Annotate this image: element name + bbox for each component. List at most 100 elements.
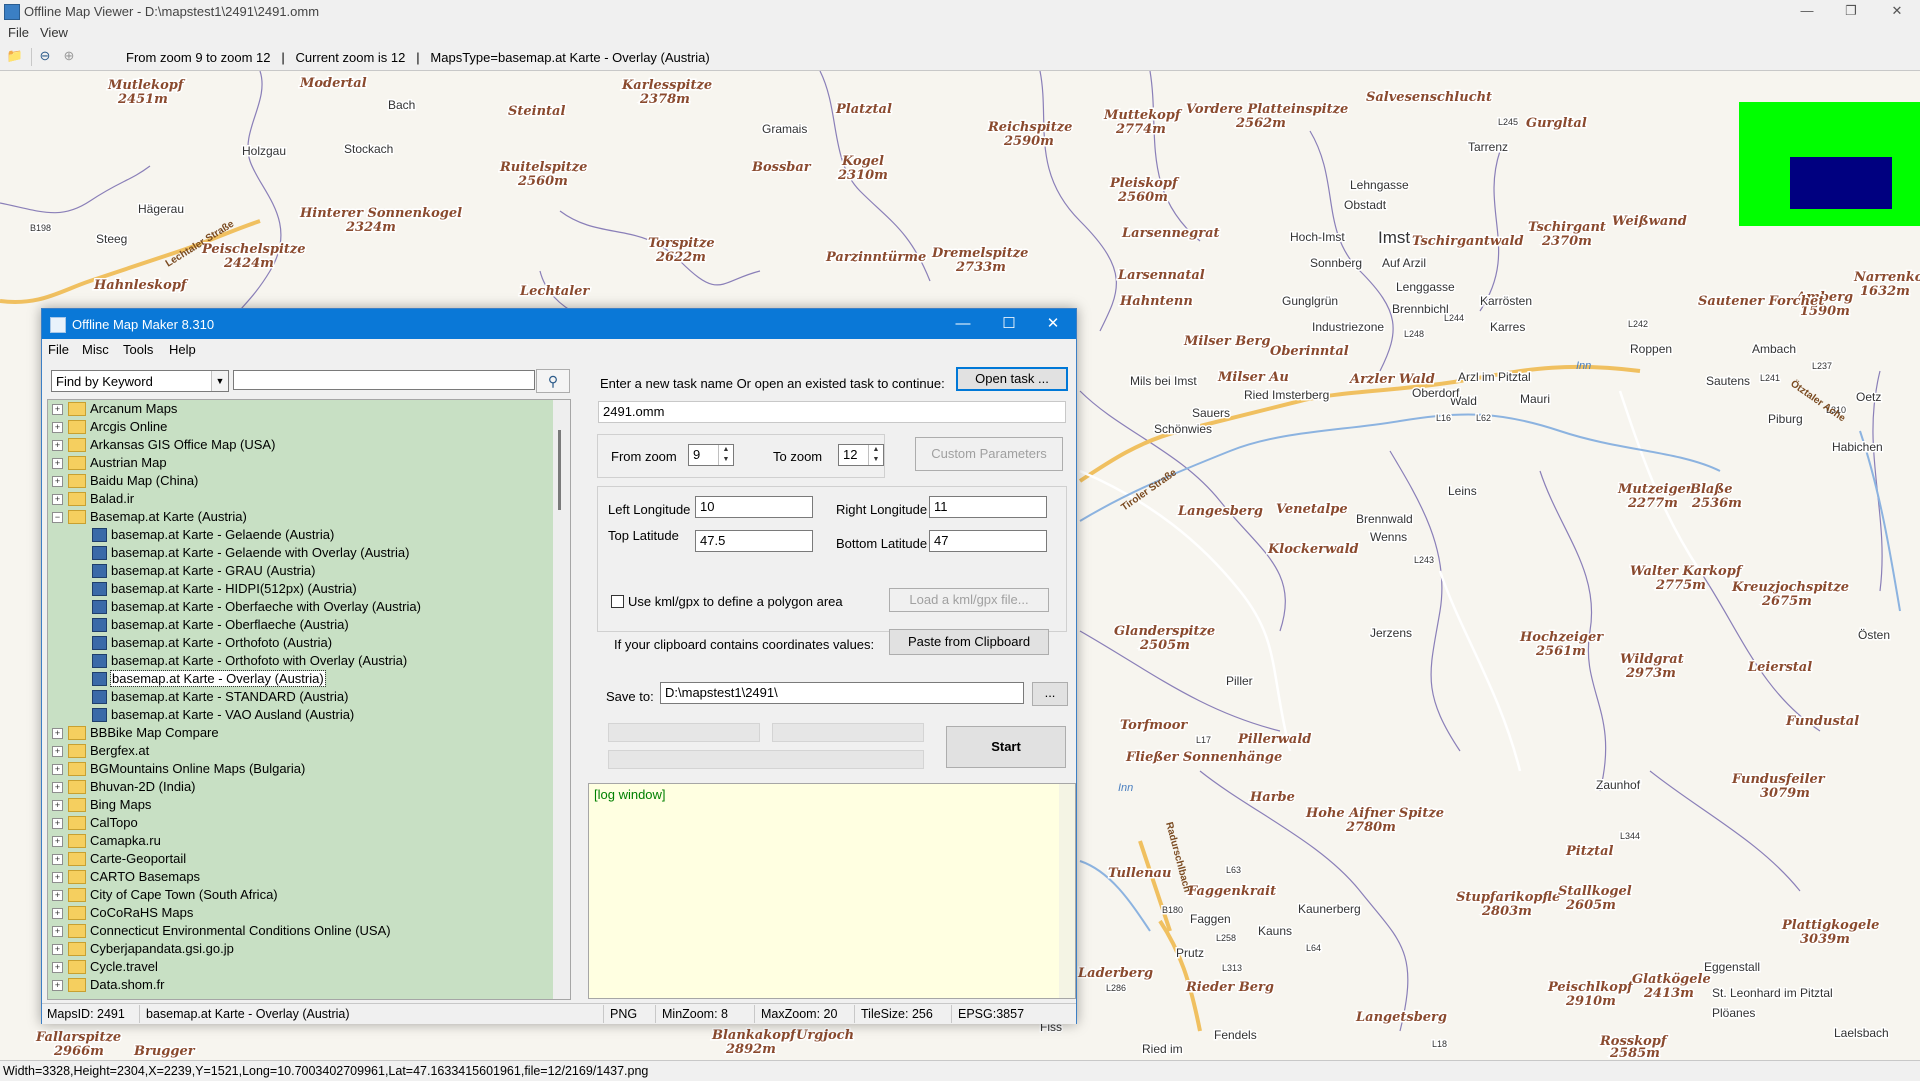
tree-folder-item[interactable]: + Arkansas GIS Office Map (USA) bbox=[48, 436, 548, 454]
open-task-button[interactable]: Open task ... bbox=[956, 367, 1068, 391]
load-kml-button[interactable]: Load a kml/gpx file... bbox=[889, 588, 1049, 612]
tree-folder-item[interactable]: + BBBike Map Compare bbox=[48, 724, 548, 742]
open-folder-icon[interactable]: 📁 bbox=[6, 47, 24, 65]
close-icon[interactable]: ✕ bbox=[1880, 2, 1914, 20]
peak-label: Tschirgant bbox=[1528, 220, 1606, 235]
bottom-lat-input[interactable]: 47 bbox=[929, 530, 1047, 552]
tree-map-item[interactable]: basemap.at Karte - Overlay (Austria) bbox=[48, 670, 548, 688]
expand-icon[interactable]: + bbox=[52, 458, 63, 469]
dialog-close-icon[interactable]: ✕ bbox=[1030, 309, 1076, 339]
tree-map-item[interactable]: basemap.at Karte - VAO Ausland (Austria) bbox=[48, 706, 548, 724]
log-window[interactable]: [log window] bbox=[588, 783, 1076, 999]
expand-icon[interactable]: + bbox=[52, 746, 63, 757]
tree-map-item[interactable]: basemap.at Karte - HIDPI(512px) (Austria… bbox=[48, 580, 548, 598]
expand-icon[interactable]: + bbox=[52, 944, 63, 955]
expand-icon[interactable]: + bbox=[52, 800, 63, 811]
tree-folder-item[interactable]: + Austrian Map bbox=[48, 454, 548, 472]
overview-viewport[interactable] bbox=[1790, 157, 1892, 209]
menu-file[interactable]: File bbox=[8, 25, 29, 40]
tree-folder-item[interactable]: + Bhuvan-2D (India) bbox=[48, 778, 548, 796]
tree-folder-item[interactable]: − Basemap.at Karte (Austria) bbox=[48, 508, 548, 526]
tree-folder-item[interactable]: + Balad.ir bbox=[48, 490, 548, 508]
expand-icon[interactable]: + bbox=[52, 908, 63, 919]
dialog-titlebar[interactable]: Offline Map Maker 8.310 — ☐ ✕ bbox=[42, 309, 1076, 339]
spinner-arrows-icon[interactable]: ▲ ▼ bbox=[718, 445, 733, 465]
top-lat-input[interactable]: 47.5 bbox=[695, 530, 813, 552]
expand-icon[interactable]: + bbox=[52, 422, 63, 433]
tree-folder-item[interactable]: + CoCoRaHS Maps bbox=[48, 904, 548, 922]
tree-folder-item[interactable]: + City of Cape Town (South Africa) bbox=[48, 886, 548, 904]
zoom-in-icon[interactable]: ⊕ bbox=[60, 47, 78, 65]
expand-icon[interactable]: + bbox=[52, 872, 63, 883]
expand-icon[interactable]: + bbox=[52, 476, 63, 487]
task-name-input[interactable]: 2491.omm bbox=[598, 401, 1066, 423]
tree-scrollbar[interactable] bbox=[553, 400, 570, 999]
expand-icon[interactable]: + bbox=[52, 890, 63, 901]
tree-folder-item[interactable]: + Arcgis Online bbox=[48, 418, 548, 436]
tree-folder-item[interactable]: + Camapka.ru bbox=[48, 832, 548, 850]
tree-folder-item[interactable]: + CARTO Basemaps bbox=[48, 868, 548, 886]
left-lon-input[interactable]: 10 bbox=[695, 496, 813, 518]
expand-icon[interactable]: + bbox=[52, 980, 63, 991]
find-mode-select[interactable]: Find by Keyword ▼ bbox=[51, 370, 229, 392]
tree-map-item[interactable]: basemap.at Karte - Oberfaeche with Overl… bbox=[48, 598, 548, 616]
menu-view[interactable]: View bbox=[40, 25, 68, 40]
map-source-tree[interactable]: + Arcanum Maps + Arcgis Online + Arkansas GIS… bbox=[47, 399, 571, 1000]
tree-folder-item[interactable]: + Cycle.travel bbox=[48, 958, 548, 976]
paste-clipboard-button[interactable]: Paste from Clipboard bbox=[889, 629, 1049, 655]
overview-minimap[interactable] bbox=[1739, 102, 1920, 226]
log-scrollbar[interactable] bbox=[1059, 784, 1075, 998]
tree-map-item[interactable]: basemap.at Karte - Oberflaeche (Austria) bbox=[48, 616, 548, 634]
tree-map-item[interactable]: basemap.at Karte - Gelaende with Overlay… bbox=[48, 544, 548, 562]
from-zoom-stepper[interactable]: 9 ▲ ▼ bbox=[688, 444, 734, 466]
scrollbar-thumb[interactable] bbox=[558, 430, 561, 510]
minimize-icon[interactable]: — bbox=[1790, 2, 1824, 20]
tree-folder-item[interactable]: + Data.shom.fr bbox=[48, 976, 548, 994]
tree-map-item[interactable]: basemap.at Karte - Gelaende (Austria) bbox=[48, 526, 548, 544]
expand-icon[interactable]: + bbox=[52, 764, 63, 775]
expand-icon[interactable]: + bbox=[52, 404, 63, 415]
save-path-input[interactable]: D:\mapstest1\2491\ bbox=[660, 682, 1024, 704]
tree-folder-item[interactable]: + CalTopo bbox=[48, 814, 548, 832]
dialog-menu-help[interactable]: Help bbox=[169, 342, 196, 357]
dialog-minimize-icon[interactable]: — bbox=[940, 309, 986, 339]
dialog-menu-file[interactable]: File bbox=[48, 342, 69, 357]
to-zoom-stepper[interactable]: 12 ▲ ▼ bbox=[838, 444, 884, 466]
maximize-icon[interactable]: ❐ bbox=[1834, 2, 1868, 20]
custom-parameters-button[interactable]: Custom Parameters bbox=[915, 437, 1063, 471]
tree-folder-item[interactable]: + Bergfex.at bbox=[48, 742, 548, 760]
tree-folder-item[interactable]: + Carte-Geoportail bbox=[48, 850, 548, 868]
right-lon-input[interactable]: 11 bbox=[929, 496, 1047, 518]
kml-checkbox[interactable] bbox=[611, 595, 624, 608]
start-button[interactable]: Start bbox=[946, 726, 1066, 768]
dialog-menu-tools[interactable]: Tools bbox=[123, 342, 153, 357]
dialog-menu-misc[interactable]: Misc bbox=[82, 342, 109, 357]
tree-folder-item[interactable]: + Arcanum Maps bbox=[48, 400, 548, 418]
zoom-out-icon[interactable]: ⊖ bbox=[36, 47, 54, 65]
expand-icon[interactable]: + bbox=[52, 494, 63, 505]
tree-folder-item[interactable]: + Bing Maps bbox=[48, 796, 548, 814]
chevron-down-icon[interactable]: ▼ bbox=[211, 371, 228, 391]
tree-folder-item[interactable]: + Connecticut Environmental Conditions On… bbox=[48, 922, 548, 940]
expand-icon[interactable]: + bbox=[52, 782, 63, 793]
search-input[interactable] bbox=[233, 370, 535, 390]
tree-map-item[interactable]: basemap.at Karte - GRAU (Austria) bbox=[48, 562, 548, 580]
expand-icon[interactable]: + bbox=[52, 854, 63, 865]
expand-icon[interactable]: + bbox=[52, 926, 63, 937]
expand-icon[interactable]: + bbox=[52, 818, 63, 829]
tree-folder-item[interactable]: + Baidu Map (China) bbox=[48, 472, 548, 490]
search-icon[interactable]: ⚲ bbox=[536, 369, 570, 393]
expand-icon[interactable]: + bbox=[52, 440, 63, 451]
tree-map-item[interactable]: basemap.at Karte - Orthofoto with Overla… bbox=[48, 652, 548, 670]
tree-map-item[interactable]: basemap.at Karte - STANDARD (Austria) bbox=[48, 688, 548, 706]
expand-icon[interactable]: + bbox=[52, 962, 63, 973]
expand-icon[interactable]: + bbox=[52, 836, 63, 847]
collapse-icon[interactable]: − bbox=[52, 512, 63, 523]
tree-map-item[interactable]: basemap.at Karte - Orthofoto (Austria) bbox=[48, 634, 548, 652]
tree-folder-item[interactable]: + Cyberjapandata.gsi.go.jp bbox=[48, 940, 548, 958]
spinner-arrows-icon[interactable]: ▲ ▼ bbox=[868, 445, 883, 465]
tree-folder-item[interactable]: + BGMountains Online Maps (Bulgaria) bbox=[48, 760, 548, 778]
expand-icon[interactable]: + bbox=[52, 728, 63, 739]
dialog-maximize-icon[interactable]: ☐ bbox=[986, 309, 1032, 339]
browse-button[interactable]: ... bbox=[1032, 682, 1068, 706]
